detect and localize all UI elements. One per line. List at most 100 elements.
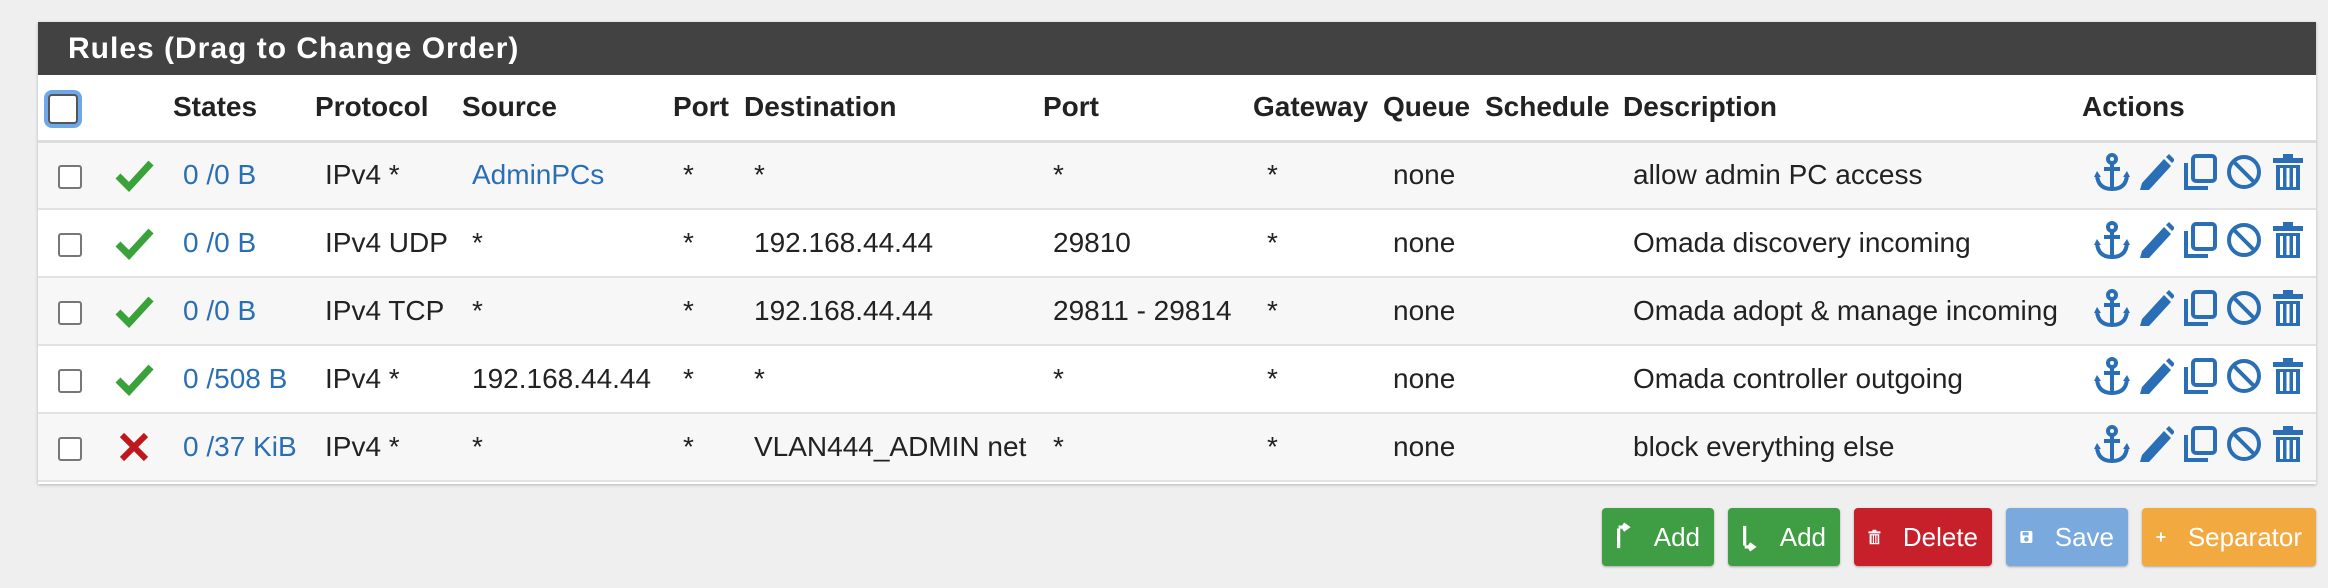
schedule-cell [1485,277,1623,345]
port-cell: * [683,431,694,462]
description-cell: allow admin PC access [1633,159,1923,191]
states-link[interactable]: 0 /37 KiB [183,431,297,462]
dest-port-cell: 29811 - 29814 [1053,295,1232,326]
pencil-icon[interactable] [2138,289,2174,334]
header-queue[interactable]: Queue [1383,75,1485,141]
copy-icon[interactable] [2182,357,2218,402]
dest-port-cell: * [1053,159,1064,191]
pencil-icon[interactable] [2138,153,2174,198]
disable-icon[interactable] [2226,425,2262,470]
header-dest-port[interactable]: Port [1043,75,1253,141]
separator-button[interactable]: Separator [2142,508,2316,566]
table-row[interactable]: 0 /37 KiB IPv4 * * * VLAN444_ADMIN net * * none… [38,413,2316,481]
schedule-cell [1485,413,1623,481]
rules-panel: Rules (Drag to Change Order) States Prot… [38,22,2316,484]
add-bottom-button[interactable]: Add [1728,508,1840,566]
delete-label: Delete [1902,521,1978,552]
gateway-cell: * [1267,363,1278,394]
description-cell: Omada adopt & manage incoming [1633,295,2058,326]
panel-title: Rules (Drag to Change Order) [38,22,2316,75]
anchor-icon[interactable] [2094,152,2130,198]
table-row[interactable]: 0 /508 B IPv4 * 192.168.44.44 * * * * none Omada… [38,345,2316,413]
queue-cell: none [1393,431,1456,462]
queue-cell: none [1393,159,1456,191]
anchor-icon[interactable] [2094,424,2130,470]
port-cell: * [683,227,694,258]
disable-icon[interactable] [2226,221,2262,266]
copy-icon[interactable] [2182,221,2218,266]
source-value: 192.168.44.44 [472,363,652,394]
pencil-icon[interactable] [2138,221,2174,266]
disable-icon[interactable] [2226,357,2262,402]
pencil-icon[interactable] [2138,425,2174,470]
queue-cell: none [1393,295,1456,326]
anchor-icon[interactable] [2094,288,2130,334]
dest-port-cell: 29810 [1053,227,1131,258]
table-row[interactable]: 0 /0 B IPv4 TCP * * 192.168.44.44 29811 - 298… [38,277,2316,345]
trash-icon[interactable] [2270,289,2306,334]
queue-cell: none [1393,227,1456,258]
header-gateway[interactable]: Gateway [1253,75,1383,141]
description-cell: Omada controller outgoing [1633,363,1963,394]
protocol-cell: IPv4 * [325,159,400,191]
trash-icon[interactable] [2270,153,2306,198]
rules-table: States Protocol Source Port Destination … [38,75,2316,482]
description-cell: block everything else [1633,431,1895,462]
header-states[interactable]: States [173,75,315,141]
disable-icon[interactable] [2226,153,2262,198]
row-checkbox[interactable] [58,368,82,393]
dest-port-cell: * [1053,431,1064,462]
source-value: * [472,295,483,326]
plus-icon [2156,532,2166,542]
arrow-up-icon [1616,522,1631,549]
states-link[interactable]: 0 /0 B [183,227,256,258]
disable-icon[interactable] [2226,289,2262,334]
header-source[interactable]: Source [462,75,673,141]
row-checkbox[interactable] [58,300,82,325]
header-actions: Actions [2082,91,2185,123]
table-header-row: States Protocol Source Port Destination … [38,75,2316,141]
source-value[interactable]: AdminPCs [472,159,604,190]
row-checkbox[interactable] [58,436,82,461]
table-row[interactable]: 0 /0 B IPv4 * AdminPCs * * * * none allow admin … [38,141,2316,209]
save-button[interactable]: Save [2006,508,2128,566]
anchor-icon[interactable] [2094,356,2130,402]
header-schedule[interactable]: Schedule [1485,75,1623,141]
header-description[interactable]: Description [1623,75,2082,141]
port-cell: * [683,295,694,326]
button-bar: Add Add Delete Save Separator [1602,508,2316,566]
copy-icon[interactable] [2182,289,2218,334]
destination-cell: VLAN444_ADMIN net [754,431,1027,462]
copy-icon[interactable] [2182,425,2218,470]
states-link[interactable]: 0 /0 B [183,295,256,326]
destination-cell: * [754,363,765,394]
trash-icon[interactable] [2270,221,2306,266]
row-actions [2082,220,2316,266]
delete-button[interactable]: Delete [1854,508,1992,566]
anchor-icon[interactable] [2094,220,2130,266]
row-checkbox[interactable] [58,164,82,189]
add-top-button[interactable]: Add [1602,508,1714,566]
pencil-icon[interactable] [2138,357,2174,402]
header-port[interactable]: Port [673,75,744,141]
trash-icon[interactable] [2270,357,2306,402]
port-cell: * [683,363,694,394]
trash-icon[interactable] [2270,425,2306,470]
pass-check-icon [115,228,154,261]
header-destination[interactable]: Destination [744,75,1043,141]
add-bottom-label: Add [1779,521,1826,552]
header-protocol[interactable]: Protocol [315,75,462,141]
gateway-cell: * [1267,431,1278,462]
row-actions [2082,152,2316,198]
table-row[interactable]: 0 /0 B IPv4 UDP * * 192.168.44.44 29810 * none O… [38,209,2316,277]
protocol-cell: IPv4 UDP [325,227,448,258]
select-all-checkbox[interactable] [48,93,78,124]
destination-cell: * [754,159,765,191]
gateway-cell: * [1267,227,1278,258]
states-link[interactable]: 0 /508 B [183,363,287,394]
copy-icon[interactable] [2182,153,2218,198]
port-cell: * [683,159,694,191]
states-link[interactable]: 0 /0 B [183,159,256,190]
schedule-cell [1485,345,1623,413]
row-checkbox[interactable] [58,232,82,257]
